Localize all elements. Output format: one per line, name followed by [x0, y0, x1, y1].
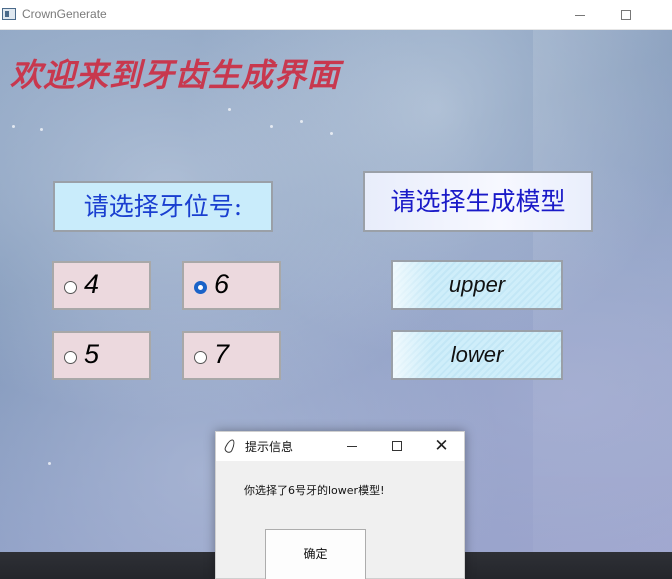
- dialog-message: 你选择了6号牙的lower模型!: [244, 484, 385, 497]
- minimize-icon: [346, 445, 357, 447]
- lower-button-label: lower: [450, 342, 504, 367]
- dialog-minimize-button[interactable]: [329, 432, 374, 461]
- background-speck: [228, 108, 231, 111]
- radio-checked-icon[interactable]: [194, 281, 207, 294]
- tooth-radio-value: 4: [84, 269, 100, 299]
- background-speck: [330, 132, 333, 135]
- background-speck: [270, 125, 273, 128]
- radio-circle-icon[interactable]: [64, 281, 77, 294]
- window-title-bar: CrownGenerate: [0, 0, 672, 30]
- tooth-radio-value: 5: [84, 339, 100, 369]
- ok-button[interactable]: 确定: [265, 529, 366, 579]
- lower-model-button[interactable]: lower: [391, 330, 563, 380]
- tooth-radio-value: 7: [214, 339, 230, 369]
- maximize-icon: [391, 441, 402, 451]
- dialog-close-button[interactable]: ✕: [419, 432, 464, 461]
- tooth-radio-6[interactable]: 6: [182, 261, 281, 310]
- background-speck: [48, 462, 51, 465]
- radio-circle-icon[interactable]: [64, 351, 77, 364]
- maximize-icon: [621, 10, 631, 20]
- radio-circle-icon[interactable]: [194, 351, 207, 364]
- tooth-radio-5[interactable]: 5: [52, 331, 151, 380]
- welcome-heading: 欢迎来到牙齿生成界面: [10, 56, 341, 94]
- app-window-icon: [2, 8, 16, 20]
- model-select-label: 请选择生成模型: [363, 171, 593, 232]
- upper-model-button[interactable]: upper: [391, 260, 563, 310]
- close-icon: ✕: [434, 436, 449, 456]
- background-speck: [12, 125, 15, 128]
- tooth-radio-value: 6: [214, 269, 230, 299]
- minimize-icon: [575, 14, 585, 16]
- background-speck: [40, 128, 43, 131]
- upper-button-label: upper: [448, 272, 506, 297]
- minimize-button[interactable]: [557, 0, 603, 30]
- tooth-position-label: 请选择牙位号:: [53, 181, 273, 232]
- background-speck: [300, 120, 303, 123]
- tooth-radio-7[interactable]: 7: [182, 331, 281, 380]
- dialog-title: 提示信息: [245, 440, 294, 454]
- info-dialog: 提示信息 ✕ 你选择了6号牙的lower模型! 确定: [215, 431, 465, 579]
- maximize-button[interactable]: [603, 0, 649, 30]
- dialog-maximize-button[interactable]: [374, 432, 419, 461]
- window-title: CrownGenerate: [22, 7, 107, 21]
- tooth-radio-4[interactable]: 4: [52, 261, 151, 310]
